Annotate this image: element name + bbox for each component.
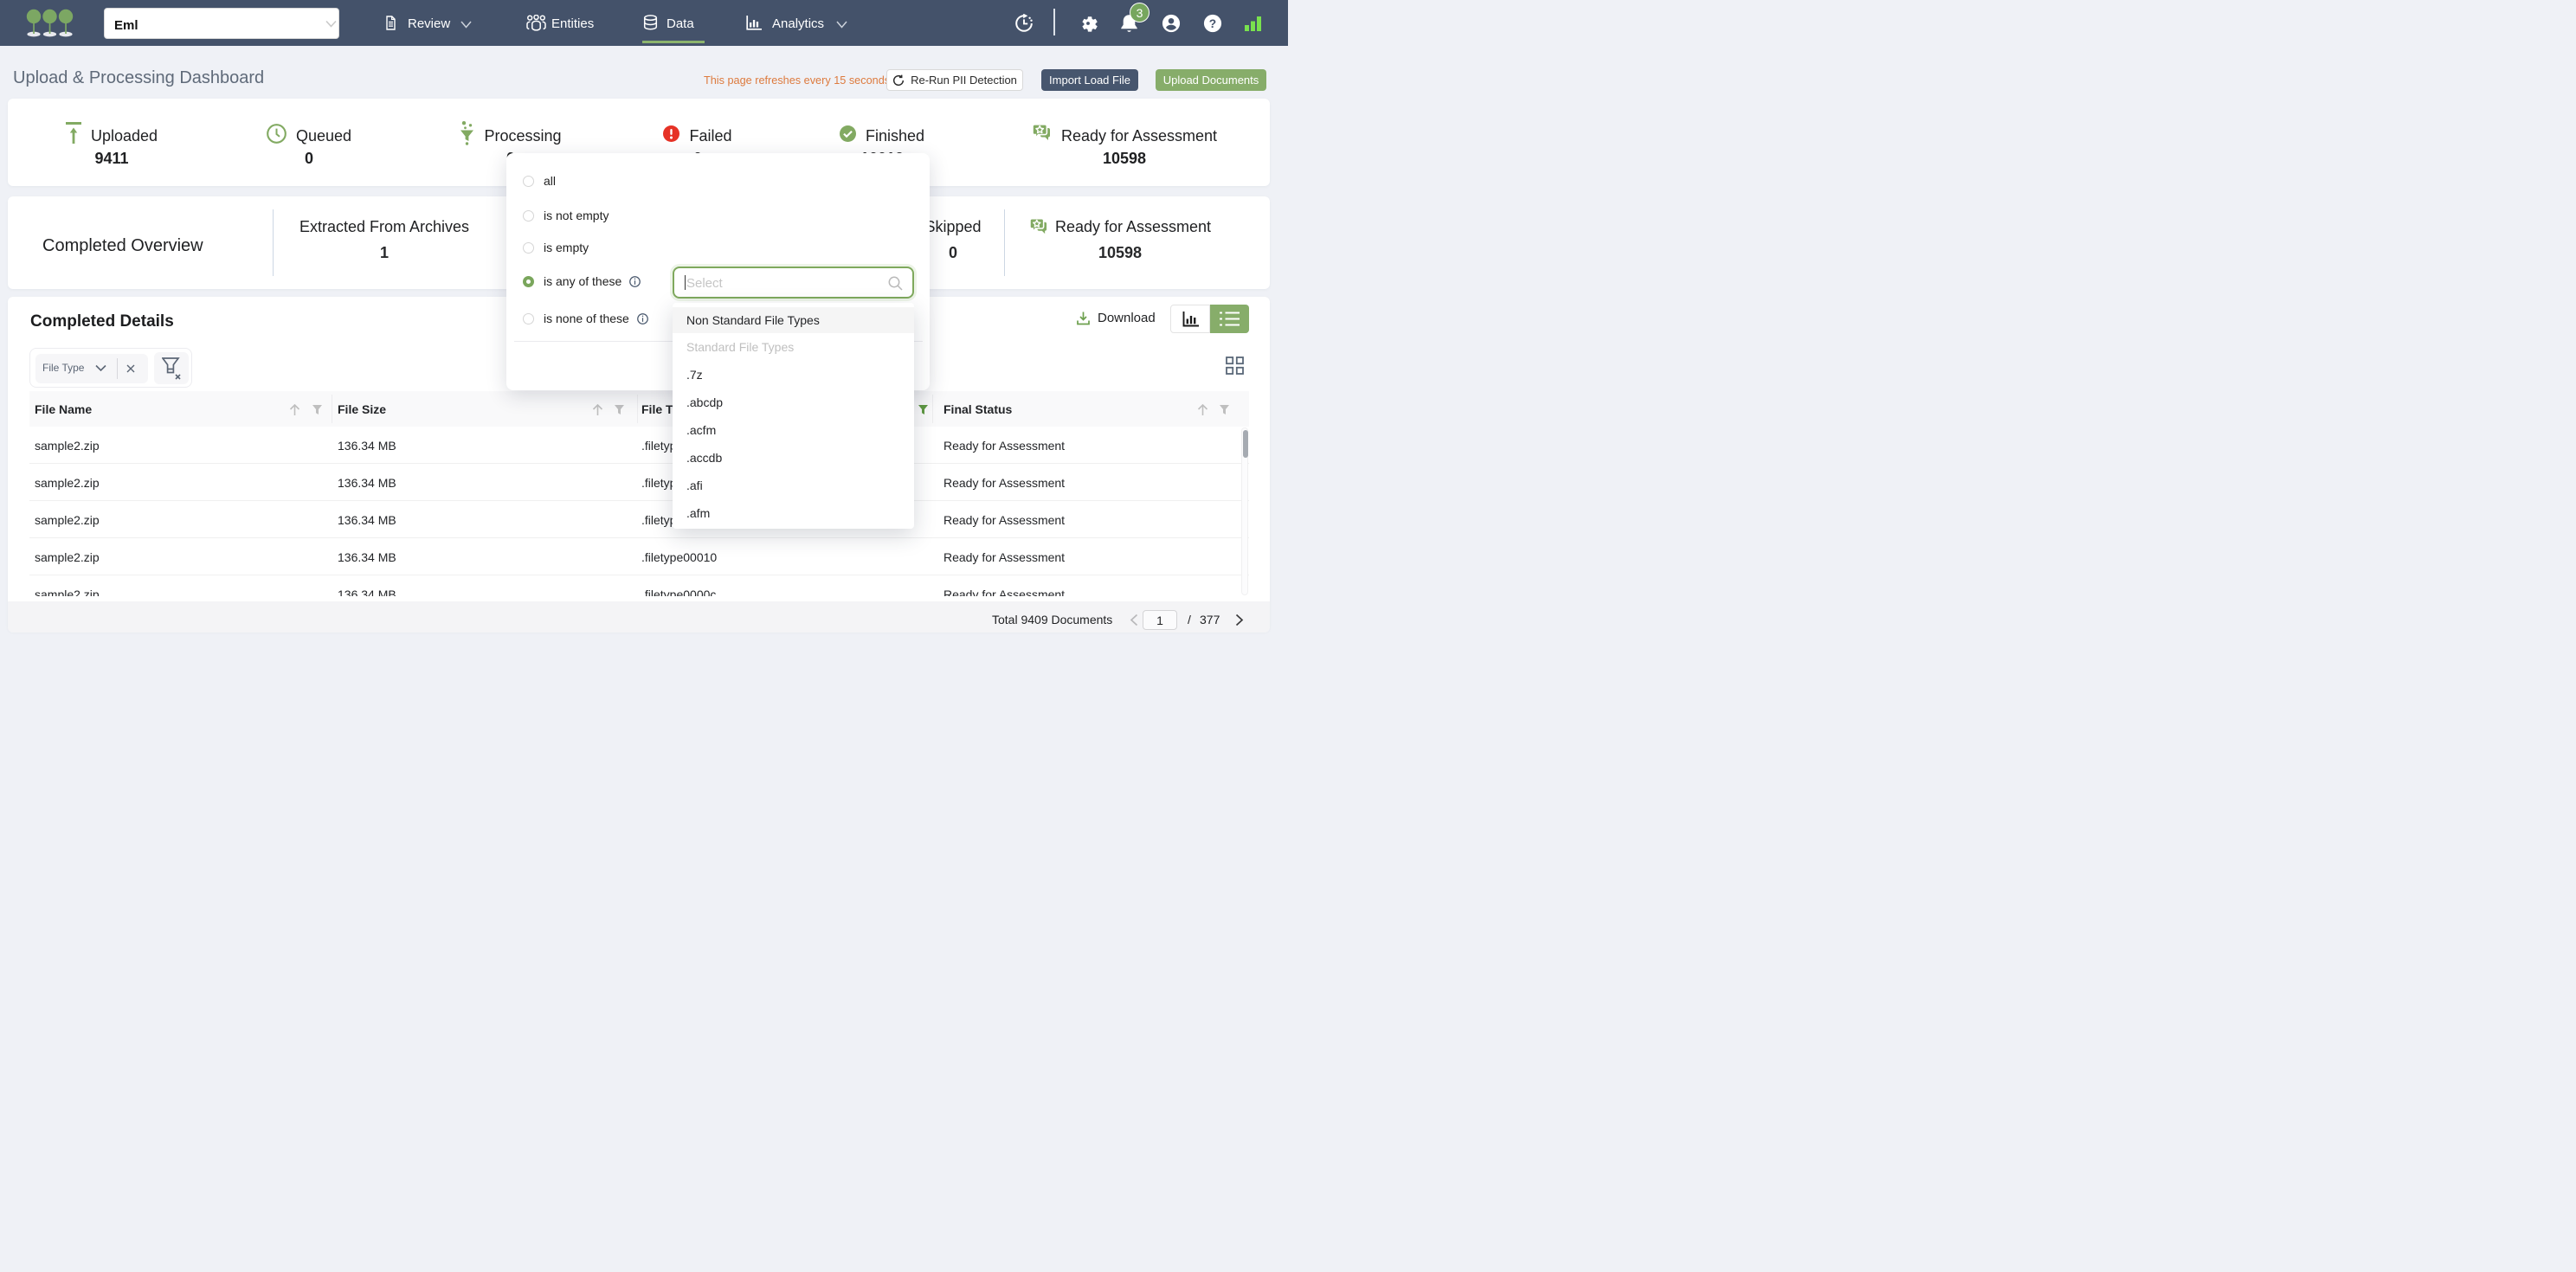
- svg-text:?: ?: [1209, 17, 1216, 30]
